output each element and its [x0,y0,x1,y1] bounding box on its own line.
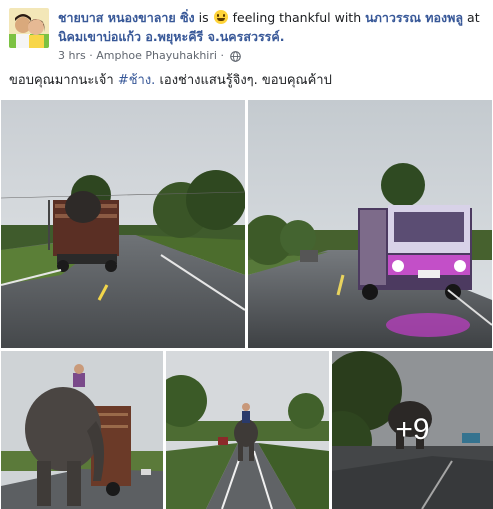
smiling-face-icon [213,10,228,24]
at-text: at [467,10,480,25]
hashtag-link[interactable]: #ช้าง. [118,73,156,88]
photo-4[interactable] [166,351,329,509]
photo-1[interactable] [1,100,245,348]
post-meta: 3 hrs · Amphoe Phayuhakhiri · [58,49,242,63]
photo-2[interactable] [248,100,492,348]
post-header: ชายบาส หนองขาลาย ซิ่ง is feeling thankfu… [58,8,483,46]
timestamp-link[interactable]: 3 hrs [58,49,86,62]
message-text-start: ขอบคุณมากนะเจ้า [9,73,118,88]
photo-5-more[interactable]: +9 [332,351,493,509]
feeling-text: feeling thankful with [232,10,362,25]
author-name-link[interactable]: ชายบาส หนองขาลาย ซิ่ง [58,10,195,25]
author-avatar[interactable] [9,8,49,48]
location-link[interactable]: นิคมเขาบ่อแก้ว อ.พยุหะคีรี จ.นครสวรรค์. [58,29,285,44]
post-message: ขอบคุณมากนะเจ้า #ช้าง. เองช่างแสนรู้จิงๆ… [9,72,332,90]
globe-icon[interactable] [230,50,242,62]
meta-separator-2: · [220,49,224,62]
more-photos-overlay[interactable]: +9 [332,351,493,509]
place-link[interactable]: Amphoe Phayuhakhiri [96,49,217,62]
tagged-person-link[interactable]: นภาวรรณ ทองพลู [365,10,463,25]
more-photos-count: +9 [395,413,430,446]
feed-post: ชายบาส หนองขาลาย ซิ่ง is feeling thankfu… [0,0,493,509]
is-text: is [198,10,209,25]
photo-3[interactable] [1,351,163,509]
message-text-end: เองช่างแสนรู้จิงๆ. ขอบคุณค้าป [155,73,332,88]
meta-separator: · [89,49,93,62]
